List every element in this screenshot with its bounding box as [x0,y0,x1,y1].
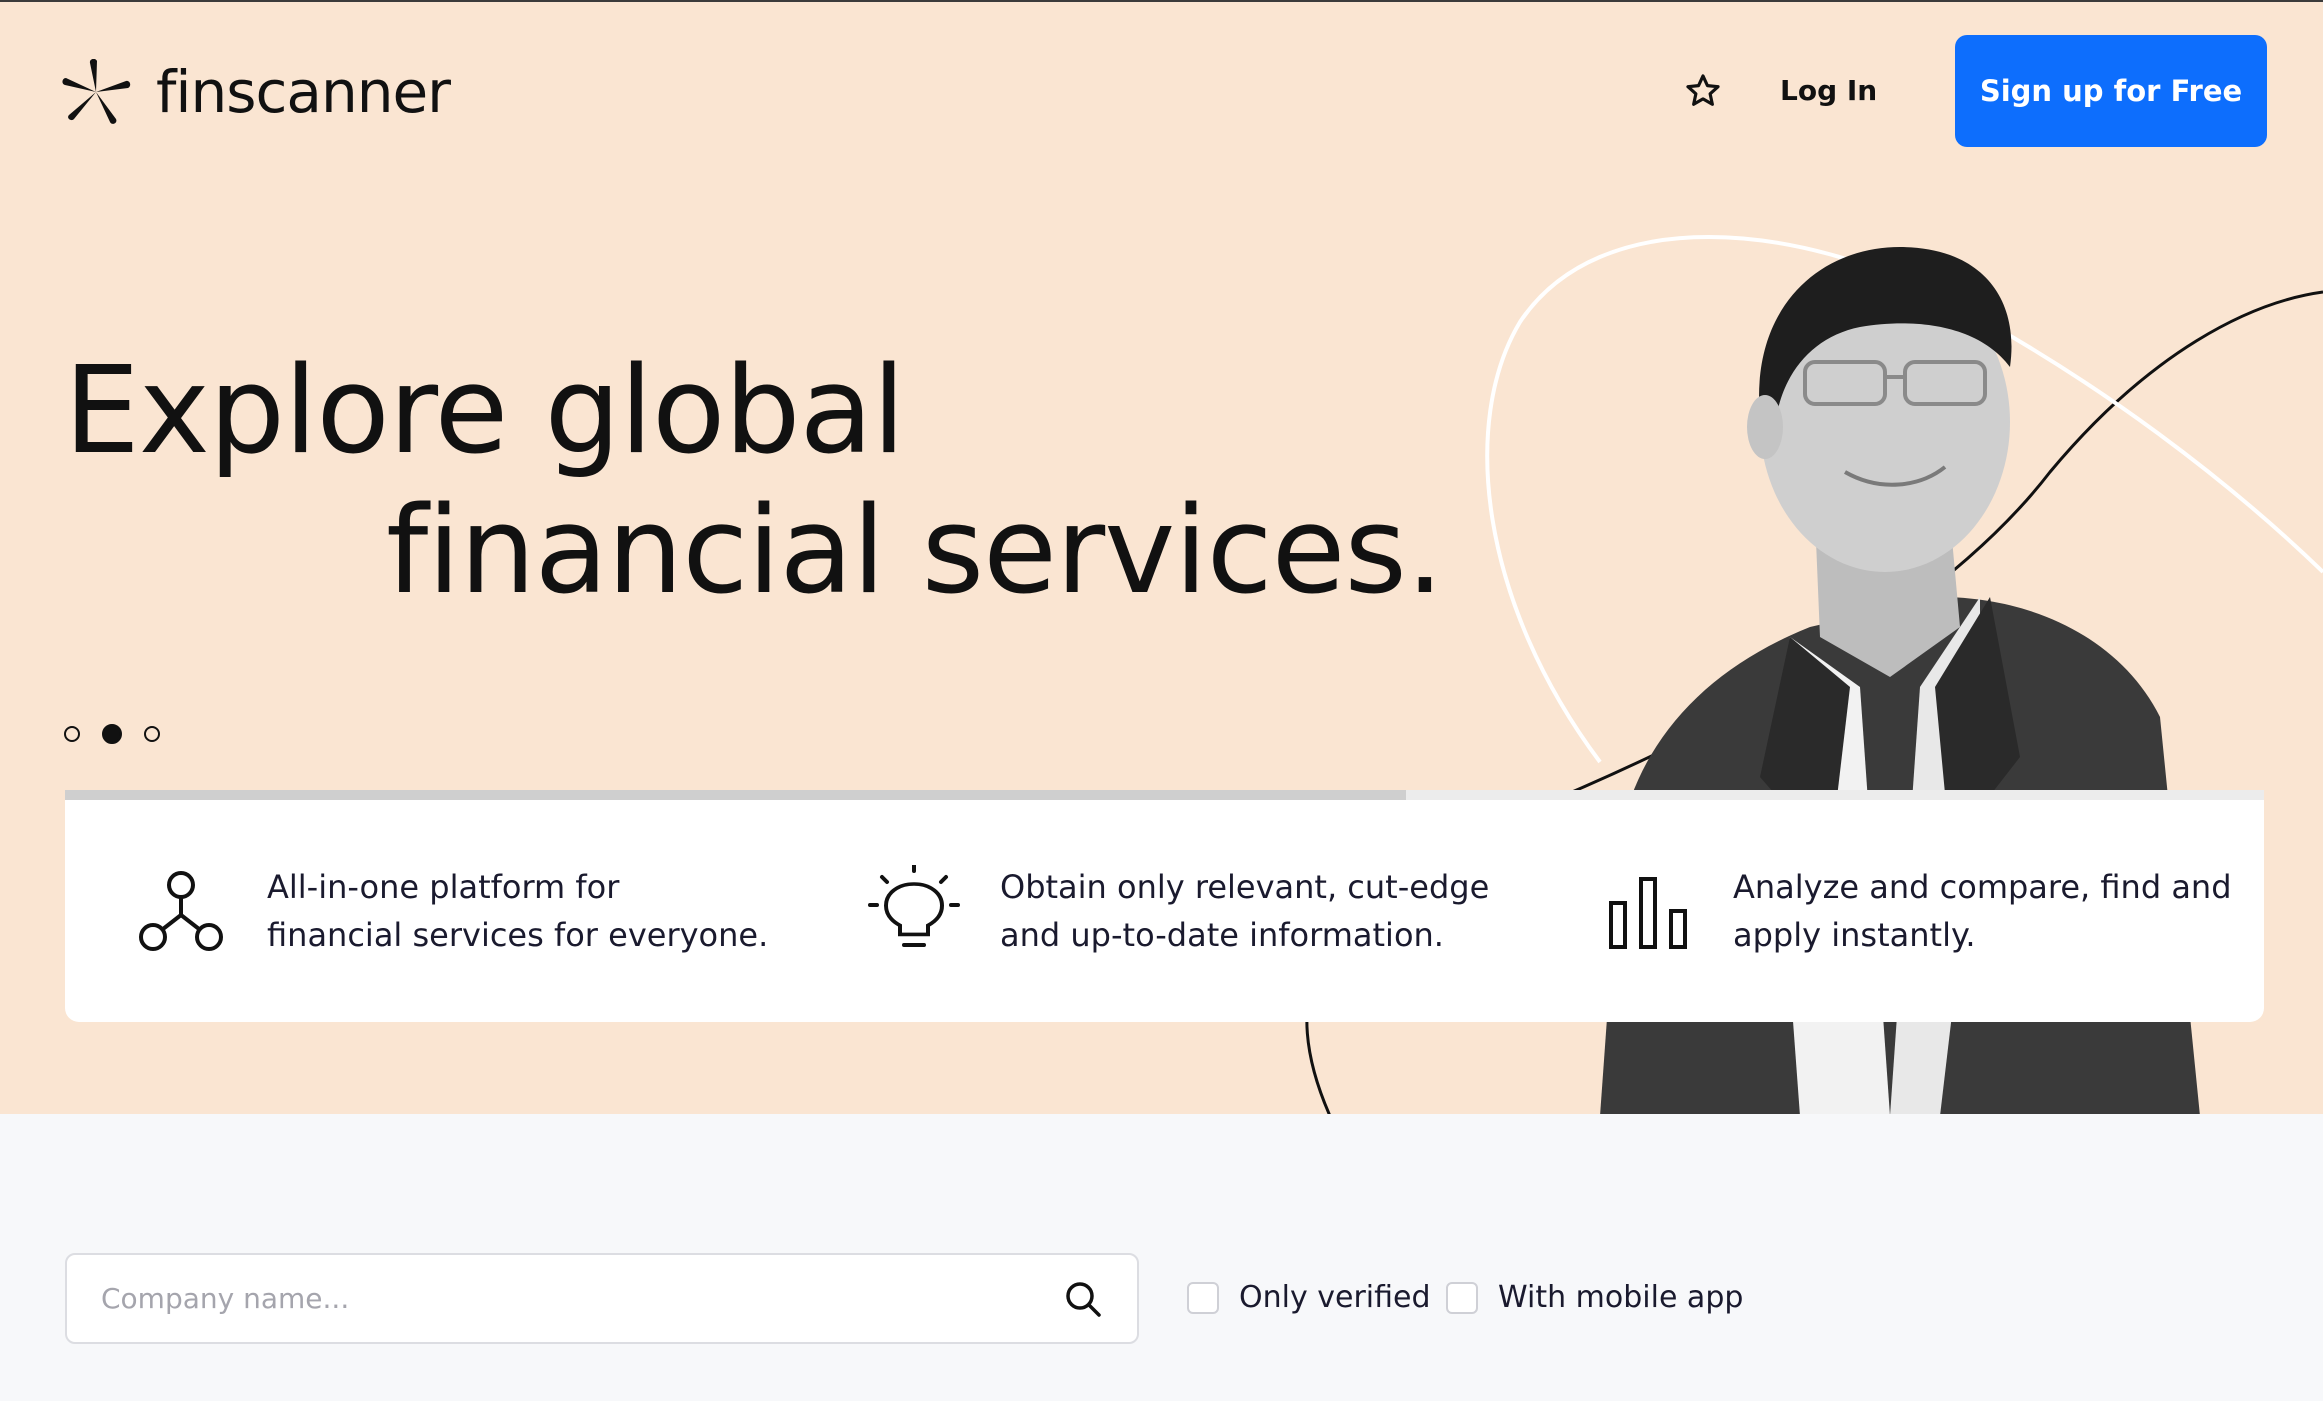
slide-progress-fill [65,790,1407,800]
feature-text: Obtain only relevant, cut-edge and up-to… [1000,868,1490,954]
bar-chart-icon [1609,877,1687,949]
page: finscanner Log In Sign up for Free Explo… [0,0,2323,1401]
feature-text: All-in-one platform for financial servic… [267,868,769,954]
lightbulb-icon [868,865,960,947]
search-icon[interactable] [1063,1279,1103,1319]
company-search [65,1253,1139,1344]
slide-dot-2[interactable] [102,724,122,744]
filter-mobile-app[interactable]: With mobile app [1446,1280,1743,1315]
filter-label: Only verified [1239,1280,1431,1315]
star-icon [1686,74,1720,106]
slide-progress-bar [65,790,2264,800]
pinwheel-logo-icon [62,59,131,124]
search-input[interactable] [101,1282,1063,1315]
feature-item: Analyze and compare, find and apply inst… [1531,800,2264,1022]
features-card: All-in-one platform for financial servic… [65,800,2264,1022]
brand-logo[interactable]: finscanner [60,58,451,126]
feature-text: Analyze and compare, find and apply inst… [1733,868,2232,954]
headline-line-1: Explore global [64,342,905,481]
brand-name: finscanner [156,58,451,126]
slide-indicator [64,724,160,744]
network-nodes-icon [139,871,223,951]
slide-dot-3[interactable] [144,726,160,742]
filter-label: With mobile app [1498,1280,1744,1315]
signup-button[interactable]: Sign up for Free [1955,35,2267,147]
favorites-button[interactable] [1680,68,1726,114]
only-verified-checkbox[interactable] [1187,1281,1219,1314]
login-link[interactable]: Log In [1780,66,1877,116]
feature-item: All-in-one platform for financial servic… [65,800,798,1022]
mobile-app-checkbox[interactable] [1446,1281,1478,1314]
hero-section: finscanner Log In Sign up for Free Explo… [0,0,2323,1114]
filter-only-verified[interactable]: Only verified [1187,1280,1431,1315]
feature-item: Obtain only relevant, cut-edge and up-to… [798,800,1531,1022]
slide-dot-1[interactable] [64,726,80,742]
headline-line-2: financial services. [386,482,1444,621]
